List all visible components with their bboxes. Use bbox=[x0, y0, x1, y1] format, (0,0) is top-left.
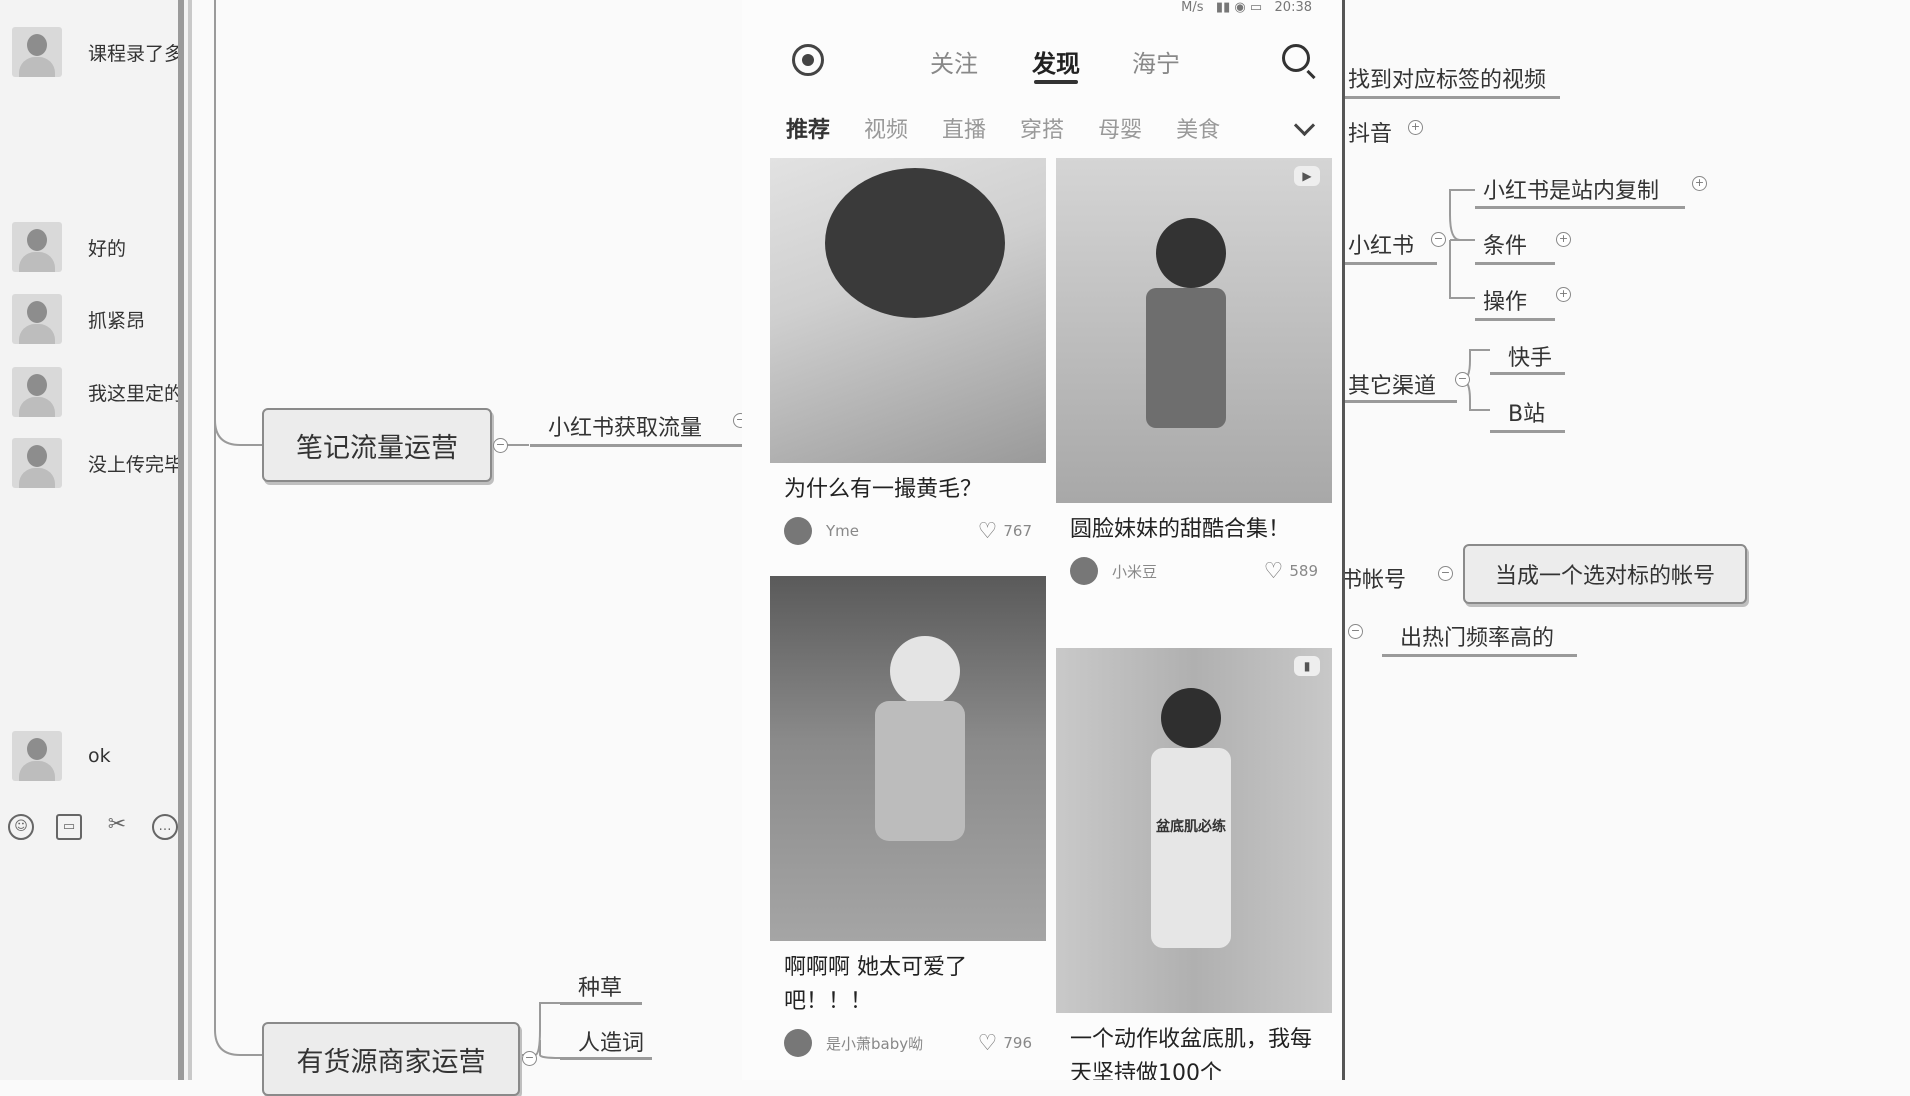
branch-underline bbox=[1475, 262, 1555, 265]
branch-underline bbox=[1345, 262, 1437, 265]
category-tab[interactable]: 视频 bbox=[864, 112, 908, 144]
node-caozuo[interactable]: 操作 bbox=[1483, 284, 1527, 316]
node-xiaohongshu[interactable]: 小红书 bbox=[1348, 228, 1414, 260]
card-meta: 小米豆 ♡ 589 bbox=[1070, 557, 1318, 585]
child-zhongcao[interactable]: 种草 bbox=[578, 970, 622, 1002]
network-speed: M/s bbox=[1181, 0, 1204, 15]
video-icon: ▶ bbox=[1294, 166, 1320, 186]
node-merchant-ops[interactable]: 有货源商家运营 bbox=[262, 1022, 520, 1096]
branch-underline bbox=[1490, 372, 1565, 375]
node-tiaojian[interactable]: 条件 bbox=[1483, 228, 1527, 260]
branch-underline bbox=[1490, 430, 1565, 433]
branch-underline bbox=[1382, 654, 1577, 657]
card-image bbox=[770, 158, 1046, 463]
card-likes: 767 bbox=[1003, 522, 1032, 540]
branch-underline bbox=[1345, 400, 1457, 403]
avatar bbox=[784, 1029, 812, 1057]
feed-card[interactable]: ▶ 圆脸妹妹的甜酷合集！ 小米豆 ♡ 589 bbox=[1056, 158, 1332, 585]
card-author: 是小萧baby呦 bbox=[826, 1034, 924, 1053]
top-nav: 关注 发现 海宁 bbox=[742, 30, 1342, 90]
node-douyin[interactable]: 抖音 bbox=[1348, 116, 1392, 148]
node-notes-traffic[interactable]: 笔记流量运营 bbox=[262, 408, 492, 482]
card-meta: 是小萧baby呦 ♡ 796 bbox=[784, 1029, 1032, 1057]
branch-underline bbox=[1345, 96, 1560, 99]
node-bilibili[interactable]: B站 bbox=[1508, 396, 1545, 428]
branch-xhs-traffic[interactable]: 小红书获取流量 bbox=[548, 410, 702, 442]
card-image: ▮ 盆底肌必练 bbox=[1056, 648, 1332, 1013]
child-renzaoci[interactable]: 人造词 bbox=[578, 1025, 644, 1057]
collapse-toggle-icon[interactable]: − bbox=[522, 1051, 537, 1066]
node-xhs-copy[interactable]: 小红书是站内复制 bbox=[1483, 173, 1659, 205]
phone-screen: M/s ▮▮ ◉ ▭ 20:38 关注 发现 海宁 推荐 视频 直播 穿搭 母婴… bbox=[742, 0, 1345, 1080]
feed-card[interactable]: ▮ 盆底肌必练 一个动作收盆底肌，我每天坚持做100个 bbox=[1056, 648, 1332, 1080]
search-icon[interactable] bbox=[1282, 44, 1310, 72]
collapse-toggle-icon[interactable]: − bbox=[1431, 232, 1446, 247]
category-tab[interactable]: 母婴 bbox=[1098, 112, 1142, 144]
expand-toggle-icon[interactable]: + bbox=[1556, 232, 1571, 247]
branch-underline bbox=[1475, 318, 1555, 321]
heart-icon[interactable]: ♡ bbox=[978, 1031, 998, 1056]
status-time: 20:38 bbox=[1274, 0, 1312, 15]
category-tabs: 推荐 视频 直播 穿搭 母婴 美食 bbox=[786, 112, 1220, 144]
category-tab[interactable]: 美食 bbox=[1176, 112, 1220, 144]
card-title: 一个动作收盆底肌，我每天坚持做100个 bbox=[1070, 1027, 1313, 1080]
active-tab-indicator bbox=[1034, 80, 1078, 84]
card-author: 小米豆 bbox=[1112, 562, 1158, 581]
branch-underline bbox=[560, 1002, 642, 1005]
node-label: 有货源商家运营 bbox=[296, 1046, 486, 1078]
chevron-down-icon[interactable] bbox=[1293, 114, 1316, 137]
collapse-toggle-icon[interactable]: − bbox=[1455, 372, 1470, 387]
heart-icon[interactable]: ♡ bbox=[1264, 559, 1284, 584]
heart-icon[interactable]: ♡ bbox=[978, 519, 998, 544]
status-bar: M/s ▮▮ ◉ ▭ 20:38 bbox=[1181, 0, 1312, 15]
node-label: 当成一个选对标的帐号 bbox=[1494, 564, 1715, 589]
card-title: 啊啊啊 她太可爱了吧！！！ bbox=[784, 955, 967, 1014]
collapse-toggle-icon[interactable]: − bbox=[493, 438, 508, 453]
card-title: 圆脸妹妹的甜酷合集！ bbox=[1070, 517, 1291, 542]
expand-toggle-icon[interactable]: + bbox=[1692, 176, 1707, 191]
tab-following[interactable]: 关注 bbox=[930, 44, 978, 79]
card-likes: 589 bbox=[1289, 562, 1318, 580]
feed-card[interactable]: 啊啊啊 她太可爱了吧！！！ 是小萧baby呦 ♡ 796 bbox=[770, 576, 1046, 1057]
category-tab[interactable]: 穿搭 bbox=[1020, 112, 1064, 144]
node-kuaishou[interactable]: 快手 bbox=[1508, 340, 1552, 372]
category-tab[interactable]: 推荐 bbox=[786, 112, 830, 144]
node-label: 笔记流量运营 bbox=[296, 432, 458, 464]
node-as-benchmark[interactable]: 当成一个选对标的帐号 bbox=[1463, 544, 1747, 604]
node-account[interactable]: 书帐号 bbox=[1340, 562, 1406, 594]
collapse-toggle-icon[interactable]: − bbox=[1438, 566, 1453, 581]
image-overlay-text: 盆底肌必练 bbox=[1156, 819, 1226, 835]
card-likes: 796 bbox=[1003, 1034, 1032, 1052]
tab-local[interactable]: 海宁 bbox=[1132, 44, 1180, 79]
video-icon: ▮ bbox=[1294, 656, 1320, 676]
card-image: ▶ bbox=[1056, 158, 1332, 503]
node-find-video[interactable]: 找到对应标签的视频 bbox=[1348, 62, 1546, 94]
category-tab[interactable]: 直播 bbox=[942, 112, 986, 144]
card-title: 为什么有一撮黄毛？ bbox=[784, 477, 983, 502]
collapse-toggle-icon[interactable]: − bbox=[1348, 624, 1363, 639]
tab-discover[interactable]: 发现 bbox=[1032, 44, 1080, 79]
feed-card[interactable]: 为什么有一撮黄毛？ Yme ♡ 767 bbox=[770, 158, 1046, 545]
expand-toggle-icon[interactable]: + bbox=[1408, 120, 1423, 135]
branch-underline bbox=[560, 1057, 652, 1060]
card-meta: Yme ♡ 767 bbox=[784, 517, 1032, 545]
node-hot-frequency[interactable]: 出热门频率高的 bbox=[1400, 620, 1554, 652]
branch-underline bbox=[1475, 206, 1685, 209]
node-other-channels[interactable]: 其它渠道 bbox=[1348, 368, 1436, 400]
card-image bbox=[770, 576, 1046, 941]
card-author: Yme bbox=[826, 522, 860, 540]
branch-underline bbox=[530, 444, 742, 447]
camera-icon[interactable] bbox=[792, 44, 824, 76]
expand-toggle-icon[interactable]: + bbox=[1556, 287, 1571, 302]
avatar bbox=[1070, 557, 1098, 585]
avatar bbox=[784, 517, 812, 545]
